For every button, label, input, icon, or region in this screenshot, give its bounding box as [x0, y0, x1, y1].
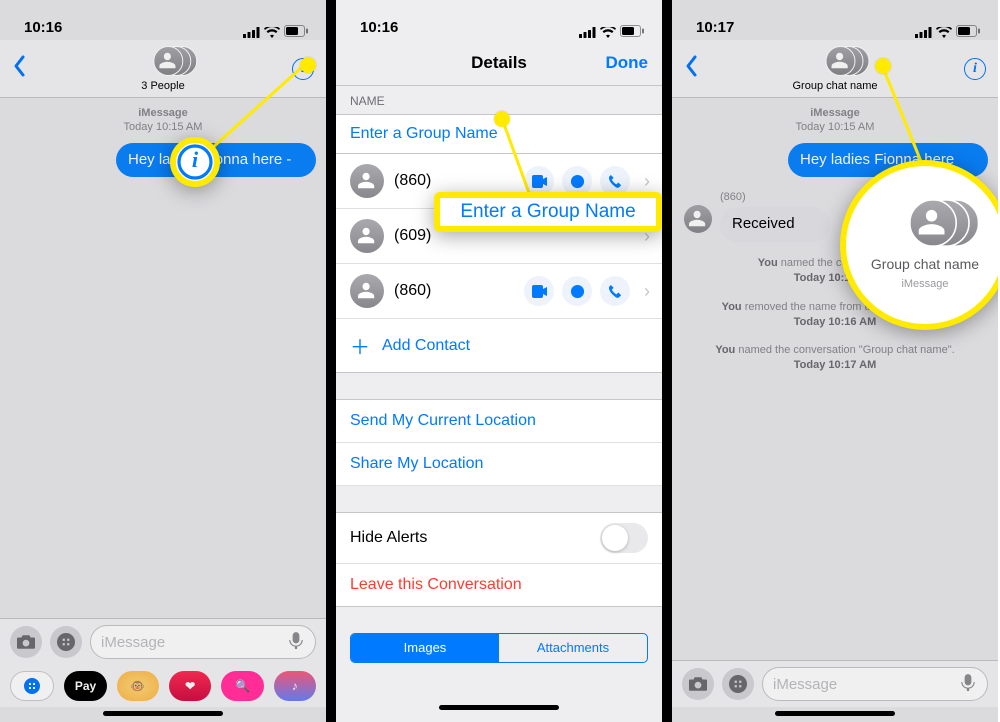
contact-avatar-icon — [350, 164, 384, 198]
callout-magnifier-group-chat-name: Group chat name iMessage — [840, 160, 998, 330]
callout-dot — [875, 58, 891, 74]
segmented-control[interactable]: Images Attachments — [350, 633, 648, 663]
wifi-icon — [936, 25, 952, 36]
back-button[interactable] — [12, 55, 26, 82]
digital-touch-chip-icon[interactable]: ❤︎ — [169, 671, 211, 701]
camera-button[interactable] — [682, 668, 714, 700]
nav-bar: Group chat name i — [672, 40, 998, 98]
wifi-icon — [264, 25, 280, 36]
group-avatar-icon — [893, 196, 957, 250]
camera-button[interactable] — [10, 626, 42, 658]
done-button[interactable]: Done — [606, 53, 649, 73]
pane-divider — [662, 0, 672, 722]
thread-meta: iMessageToday 10:15 AM — [0, 106, 326, 135]
callout-magnifier-info: i — [170, 137, 220, 187]
contact-avatar-icon — [350, 274, 384, 308]
chevron-right-icon: › — [644, 171, 650, 192]
pane-messages-thread: 10:16 3 People i iMessageToday 10:15 AM … — [0, 0, 326, 722]
callout-dot — [300, 57, 316, 73]
back-button[interactable] — [684, 55, 698, 82]
pane-divider — [326, 0, 336, 722]
status-time: 10:16 — [24, 19, 62, 36]
nav-subtitle: 3 People — [141, 80, 184, 92]
callout-magnifier-groupname: Enter a Group Name — [434, 192, 662, 232]
info-button[interactable]: i — [964, 58, 986, 80]
apple-pay-chip[interactable]: Pay — [64, 671, 106, 701]
wifi-icon — [600, 25, 616, 36]
facetime-video-icon[interactable] — [524, 276, 554, 306]
status-bar: 10:16 — [0, 0, 326, 40]
pane-details: 10:16 Details Done NAME Enter a Group Na… — [336, 0, 662, 722]
leave-conversation-button[interactable]: Leave this Conversation — [336, 564, 662, 607]
home-indicator[interactable] — [775, 711, 895, 716]
message-input[interactable]: iMessage — [90, 625, 316, 659]
nav-subtitle: Group chat name — [793, 80, 878, 92]
contact-avatar-icon — [350, 219, 384, 253]
thread-meta: iMessageToday 10:15 AM — [672, 106, 998, 135]
system-message: You named the conversation "Group chat n… — [672, 343, 998, 373]
contact-avatar-icon — [684, 205, 712, 233]
hide-alerts-switch[interactable] — [600, 523, 648, 553]
group-avatar-icon[interactable] — [143, 44, 183, 78]
name-section-label: NAME — [336, 86, 662, 114]
contact-row[interactable]: (860) › — [336, 264, 662, 319]
details-title: Details — [471, 53, 527, 73]
battery-icon — [284, 24, 308, 36]
message-placeholder: iMessage — [101, 634, 165, 651]
cellular-signal-icon — [579, 25, 596, 36]
info-icon: i — [177, 144, 212, 179]
app-store-button[interactable] — [722, 668, 754, 700]
seg-images[interactable]: Images — [351, 634, 499, 662]
callout-dot — [494, 111, 510, 127]
chevron-right-icon: › — [644, 281, 650, 302]
app-store-button[interactable] — [50, 626, 82, 658]
cellular-signal-icon — [915, 25, 932, 36]
group-avatar-icon[interactable] — [815, 44, 855, 78]
pane-named-thread: 10:17 Group chat name i iMessageToday 10… — [672, 0, 998, 722]
battery-icon — [620, 24, 644, 36]
dictation-icon[interactable] — [287, 631, 305, 653]
battery-icon — [956, 24, 980, 36]
dictation-icon[interactable] — [959, 673, 977, 695]
hide-alerts-row: Hide Alerts — [336, 512, 662, 564]
status-bar: 10:16 — [336, 0, 662, 40]
send-current-location-button[interactable]: Send My Current Location — [336, 399, 662, 443]
share-my-location-button[interactable]: Share My Location — [336, 443, 662, 486]
status-bar: 10:17 — [672, 0, 998, 40]
music-chip-icon[interactable]: ♪ — [274, 671, 316, 701]
message-input[interactable]: iMessage — [762, 667, 988, 701]
app-strip[interactable]: Pay 🐵 ❤︎ 🔍 ♪ — [0, 665, 326, 707]
images-chip-icon[interactable]: 🔍 — [221, 671, 263, 701]
cellular-signal-icon — [243, 25, 260, 36]
home-indicator[interactable] — [439, 705, 559, 710]
add-contact-button[interactable]: ＋ Add Contact — [336, 319, 662, 373]
message-compose-footer: iMessage — [672, 660, 998, 722]
status-time: 10:16 — [360, 19, 398, 36]
message-icon[interactable] — [562, 276, 592, 306]
status-time: 10:17 — [696, 19, 734, 36]
message-placeholder: iMessage — [773, 676, 837, 693]
appstore-chip-icon[interactable] — [10, 671, 54, 701]
home-indicator[interactable] — [103, 711, 223, 716]
received-message-bubble[interactable]: Received — [720, 207, 830, 242]
message-compose-footer: iMessage Pay 🐵 ❤︎ 🔍 ♪ — [0, 618, 326, 722]
plus-icon: ＋ — [350, 331, 370, 360]
seg-attachments[interactable]: Attachments — [499, 634, 647, 662]
phone-icon[interactable] — [600, 276, 630, 306]
animoji-chip-icon[interactable]: 🐵 — [117, 671, 159, 701]
details-nav: Details Done — [336, 40, 662, 86]
